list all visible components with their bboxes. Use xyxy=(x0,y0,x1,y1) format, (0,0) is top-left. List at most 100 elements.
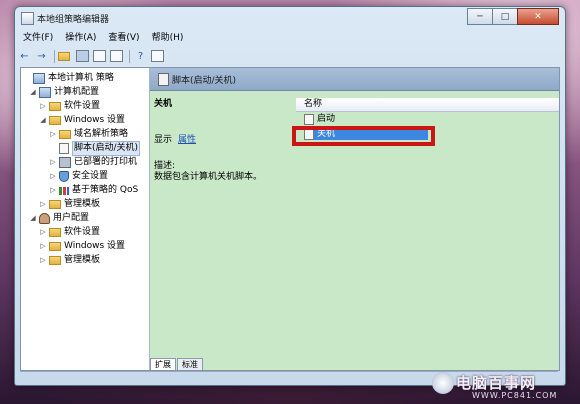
menu-help[interactable]: 帮助(H) xyxy=(146,31,190,46)
printer-icon xyxy=(59,157,71,168)
expand-arrow-icon[interactable]: ▷ xyxy=(39,254,47,267)
toolbar-separator xyxy=(54,49,55,63)
expand-arrow-icon[interactable]: ▷ xyxy=(39,100,47,113)
folder-icon xyxy=(49,242,61,251)
column-header-label: 名称 xyxy=(304,99,323,109)
script-icon xyxy=(304,113,314,125)
minimize-button[interactable]: ─ xyxy=(467,8,493,25)
folder-icon xyxy=(49,256,61,265)
folder-icon xyxy=(49,102,61,111)
details-pane: 脚本(启动/关机) 关机 显示 属性 描述: 数据包含计算机关机脚本。 名称 启动 xyxy=(150,68,559,370)
title-bar[interactable]: 本地组策略编辑器 ─ □ ✕ xyxy=(15,7,565,29)
tree-item-user-software-settings[interactable]: ▷ 软件设置 xyxy=(39,226,100,239)
computer-policy-icon xyxy=(33,73,45,84)
export-list-icon[interactable] xyxy=(109,49,124,63)
tree-item-software-settings[interactable]: ▷ 软件设置 xyxy=(39,100,100,113)
shield-icon xyxy=(59,171,69,182)
tree-item-label: 计算机配置 xyxy=(54,87,100,97)
list-item-startup[interactable]: 启动 xyxy=(304,113,335,125)
script-icon xyxy=(59,143,69,154)
tree-item-user-config[interactable]: ◢ 用户配置 xyxy=(29,212,89,225)
tree-toggle-box xyxy=(76,50,89,62)
client-area: 本地计算机 策略 ◢ 计算机配置 ▷ 软件设置 ◢ Windows 设置 ▷ 域… xyxy=(20,67,560,371)
watermark-logo xyxy=(432,372,454,394)
tree-item-label: 安全设置 xyxy=(72,171,109,181)
description-text: 数据包含计算机关机脚本。 xyxy=(154,172,263,182)
menu-view[interactable]: 查看(V) xyxy=(102,31,145,46)
up-folder-icon[interactable] xyxy=(58,49,73,63)
tab-extended[interactable]: 扩展 xyxy=(150,358,176,370)
chart-icon xyxy=(59,186,69,195)
details-header-title: 脚本(启动/关机) xyxy=(172,76,237,86)
tree-item-windows-settings[interactable]: ◢ Windows 设置 xyxy=(39,114,125,127)
back-icon[interactable]: ← xyxy=(17,49,32,63)
tree-item-admin-templates[interactable]: ▷ 管理模板 xyxy=(39,198,100,211)
tree-item-user-windows-settings[interactable]: ▷ Windows 设置 xyxy=(39,240,125,253)
properties-icon[interactable] xyxy=(92,49,107,63)
show-label: 显示 xyxy=(154,135,173,145)
tree-item-local-computer-policy[interactable]: 本地计算机 策略 xyxy=(23,72,114,85)
expand-arrow-icon[interactable]: ▷ xyxy=(39,240,47,253)
tree-item-user-admin-templates[interactable]: ▷ 管理模板 xyxy=(39,254,100,267)
tree-item-label: Windows 设置 xyxy=(64,241,126,251)
tree-item-label: Windows 设置 xyxy=(64,115,126,125)
view-tabs: 扩展 标准 xyxy=(150,358,204,370)
tree-item-qos[interactable]: ▷ 基于策略的 QoS xyxy=(49,184,138,197)
show-hide-tree-icon[interactable] xyxy=(75,49,90,63)
collapse-arrow-icon[interactable]: ◢ xyxy=(29,212,37,225)
menu-bar: 文件(F) 操作(A) 查看(V) 帮助(H) xyxy=(17,31,189,46)
expand-arrow-icon[interactable]: ▷ xyxy=(49,170,57,183)
tree-item-name-resolution[interactable]: ▷ 域名解析策略 xyxy=(49,128,128,141)
tree-item-security-settings[interactable]: ▷ 安全设置 xyxy=(49,170,108,183)
tree-item-label: 域名解析策略 xyxy=(74,129,129,139)
forward-icon[interactable]: → xyxy=(34,49,49,63)
tree-item-label: 管理模板 xyxy=(64,199,101,209)
selected-item-title: 关机 xyxy=(154,99,173,109)
tree-item-label: 脚本(启动/关机) xyxy=(72,141,141,156)
tree-item-computer-config[interactable]: ◢ 计算机配置 xyxy=(29,86,99,99)
folder-icon xyxy=(58,51,70,61)
collapse-arrow-icon[interactable]: ◢ xyxy=(39,114,47,127)
extended-description: 关机 显示 属性 描述: 数据包含计算机关机脚本。 xyxy=(154,96,294,182)
script-icon xyxy=(158,73,169,86)
window-title: 本地组策略编辑器 xyxy=(37,15,110,25)
computer-icon xyxy=(39,87,51,98)
expand-arrow-icon[interactable]: ▷ xyxy=(49,128,57,141)
expand-arrow-icon[interactable]: ▷ xyxy=(39,226,47,239)
list-item-label: 启动 xyxy=(317,114,336,124)
tree-item-label: 管理模板 xyxy=(64,255,101,265)
tree-item-label: 用户配置 xyxy=(53,213,90,223)
window-controls: ─ □ ✕ xyxy=(467,8,559,25)
expand-arrow-icon[interactable]: ▷ xyxy=(49,184,57,197)
tree-item-printers[interactable]: ▷ 已部署的打印机 xyxy=(49,156,137,169)
column-header-name[interactable]: 名称 xyxy=(296,98,559,112)
tree-item-label: 本地计算机 策略 xyxy=(48,73,114,83)
app-icon xyxy=(21,12,34,25)
maximize-button[interactable]: □ xyxy=(492,8,518,25)
expand-arrow-icon[interactable]: ▷ xyxy=(39,198,47,211)
main-window: 本地组策略编辑器 ─ □ ✕ 文件(F) 操作(A) 查看(V) 帮助(H) ←… xyxy=(14,6,566,386)
menu-file[interactable]: 文件(F) xyxy=(17,31,59,46)
collapse-arrow-icon[interactable]: ◢ xyxy=(29,86,37,99)
toolbar-separator-2 xyxy=(129,49,130,63)
help-icon[interactable]: ? xyxy=(133,49,148,63)
watermark: 电脑百事网 WWW.PC841.COM xyxy=(432,372,572,400)
properties-box xyxy=(93,50,106,62)
view-box xyxy=(151,50,164,62)
close-button[interactable]: ✕ xyxy=(517,8,559,25)
tab-standard[interactable]: 标准 xyxy=(177,358,203,370)
highlight-box xyxy=(292,126,435,146)
show-properties-row: 显示 属性 xyxy=(154,132,196,145)
toolbar: ← → ? xyxy=(17,47,167,65)
policy-tree[interactable]: 本地计算机 策略 ◢ 计算机配置 ▷ 软件设置 ◢ Windows 设置 ▷ 域… xyxy=(21,68,150,370)
watermark-brand: 电脑百事网 xyxy=(456,374,537,392)
tree-item-label: 软件设置 xyxy=(64,227,101,237)
expand-arrow-icon[interactable]: ▷ xyxy=(49,156,57,169)
folder-icon xyxy=(59,130,71,139)
view-icon[interactable] xyxy=(150,49,165,63)
details-header: 脚本(启动/关机) xyxy=(150,68,559,91)
tree-item-scripts[interactable]: 脚本(启动/关机) xyxy=(49,141,141,156)
watermark-url: WWW.PC841.COM xyxy=(472,391,558,400)
properties-link[interactable]: 属性 xyxy=(178,135,196,145)
menu-action[interactable]: 操作(A) xyxy=(59,31,102,46)
